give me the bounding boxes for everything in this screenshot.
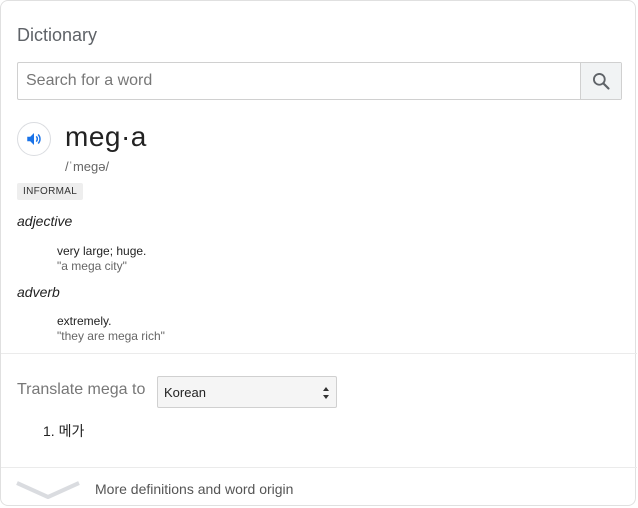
part-of-speech-adjective: adjective: [17, 213, 73, 229]
example-sentence: "a mega city": [57, 259, 127, 273]
translation-text: 메가: [58, 423, 85, 439]
divider: [1, 353, 637, 354]
speaker-icon: [27, 133, 41, 145]
translate-label: Translate mega to: [17, 381, 146, 398]
translation-number: 1.: [43, 423, 55, 439]
definition: very large; huge.: [57, 244, 147, 258]
pronunciation-button[interactable]: [17, 122, 51, 156]
chevron-down-icon[interactable]: [15, 477, 81, 501]
headword: meg·a: [65, 121, 147, 152]
part-of-speech-adverb: adverb: [17, 284, 60, 300]
divider: [1, 467, 637, 468]
phonetic-spelling: /ˈmeɡə/: [65, 159, 110, 174]
search-icon: [593, 73, 610, 90]
search-button[interactable]: [580, 63, 621, 99]
search-input[interactable]: [26, 63, 576, 99]
language-select[interactable]: Korean: [157, 376, 337, 408]
register-badge: INFORMAL: [17, 183, 84, 200]
search-box: [17, 62, 622, 100]
example-sentence: "they are mega rich": [57, 329, 165, 343]
card-title: Dictionary: [17, 25, 98, 45]
dictionary-card: Dictionary meg·a /ˈmeɡə/ INFORMAL adject…: [0, 0, 637, 506]
selected-language: Korean: [164, 384, 206, 400]
more-definitions-link[interactable]: More definitions and word origin: [95, 481, 293, 497]
select-arrows-icon: [323, 387, 329, 399]
translation-result: 1. 메가: [43, 421, 84, 441]
definition: extremely.: [57, 314, 112, 328]
